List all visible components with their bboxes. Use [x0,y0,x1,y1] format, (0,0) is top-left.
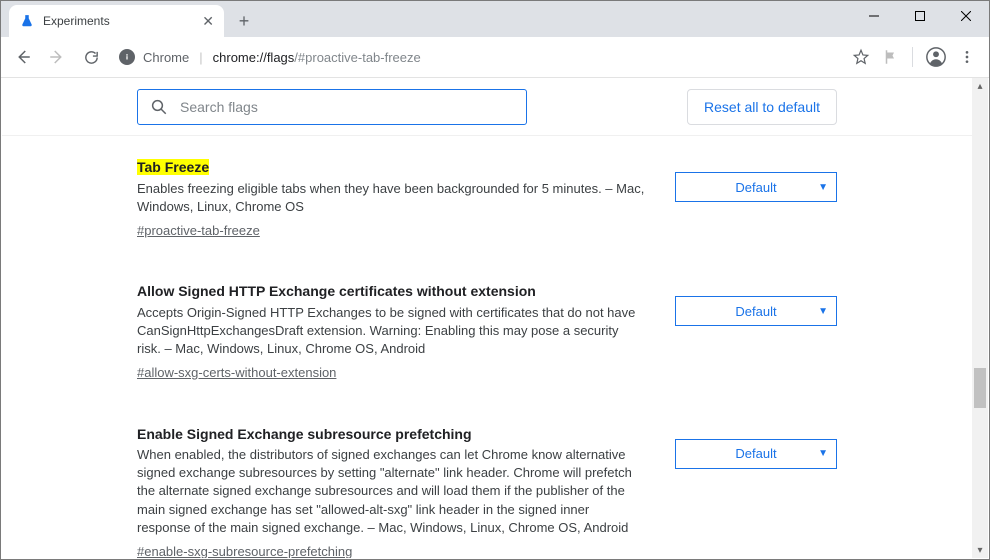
flags-header: Reset all to default [2,78,972,136]
site-info-icon[interactable] [119,49,135,65]
app-window: Experiments ✕ + Chrome | chrome://flags [0,0,990,560]
scroll-down-arrow[interactable]: ▾ [972,542,988,558]
flags-list: Tab Freeze Enables freezing eligible tabs… [2,136,972,558]
chevron-down-icon: ▼ [818,182,828,193]
reset-all-button[interactable]: Reset all to default [687,89,837,125]
close-window-button[interactable] [943,1,989,31]
reload-button[interactable] [77,43,105,71]
flag-title: Tab Freeze [137,159,209,175]
flag-icon[interactable] [882,48,900,66]
omnibox-path-strong: chrome://flags [213,50,295,65]
flag-select-dropdown[interactable]: Default ▼ [675,439,837,469]
flag-description: Accepts Origin-Signed HTTP Exchanges to … [137,304,645,359]
flag-title: Allow Signed HTTP Exchange certificates … [137,283,536,299]
flag-text: Enable Signed Exchange subresource prefe… [137,425,645,559]
search-flags-input[interactable] [178,98,514,116]
window-titlebar: Experiments ✕ + [1,1,989,37]
flag-text: Tab Freeze Enables freezing eligible tabs… [137,158,645,240]
omnibox-path-weak: /#proactive-tab-freeze [294,50,420,65]
omnibox-separator: | [199,50,202,65]
flag-select-value: Default [735,446,776,461]
omnibox-host: Chrome [143,50,189,65]
flag-select-value: Default [735,180,776,195]
chevron-down-icon: ▼ [818,448,828,459]
window-controls [851,1,989,31]
page-content: Reset all to default Tab Freeze Enables f… [2,78,972,558]
chevron-down-icon: ▼ [818,306,828,317]
toolbar-divider [912,47,913,67]
tab-title: Experiments [43,14,194,28]
search-icon [150,98,168,116]
flag-item: Allow Signed HTTP Exchange certificates … [137,282,837,382]
search-flags-box[interactable] [137,89,527,125]
flag-description: Enables freezing eligible tabs when they… [137,180,645,216]
bookmark-star-icon[interactable] [852,48,870,66]
flag-select-value: Default [735,304,776,319]
address-bar[interactable]: Chrome | chrome://flags/#proactive-tab-f… [119,49,421,65]
flag-permalink[interactable]: #proactive-tab-freeze [137,222,260,240]
forward-button[interactable] [43,43,71,71]
back-button[interactable] [9,43,37,71]
profile-avatar-icon[interactable] [925,46,947,68]
close-tab-icon[interactable]: ✕ [202,14,214,28]
flag-permalink[interactable]: #allow-sxg-certs-without-extension [137,364,336,382]
more-menu-icon[interactable] [959,49,975,65]
tab-strip: Experiments ✕ + [1,1,258,37]
flag-select: Default ▼ [675,439,837,469]
maximize-button[interactable] [897,1,943,31]
flag-select-dropdown[interactable]: Default ▼ [675,172,837,202]
scroll-up-arrow[interactable]: ▴ [972,78,988,94]
browser-toolbar: Chrome | chrome://flags/#proactive-tab-f… [1,37,989,78]
flag-permalink[interactable]: #enable-sxg-subresource-prefetching [137,543,352,558]
browser-tab-active[interactable]: Experiments ✕ [9,5,224,37]
flag-select: Default ▼ [675,296,837,326]
toolbar-right [852,46,981,68]
scrollbar-thumb[interactable] [974,368,986,408]
new-tab-button[interactable]: + [230,7,258,35]
flag-text: Allow Signed HTTP Exchange certificates … [137,282,645,382]
flag-title: Enable Signed Exchange subresource prefe… [137,426,472,442]
minimize-button[interactable] [851,1,897,31]
page-viewport: Reset all to default Tab Freeze Enables f… [2,78,988,558]
flag-select: Default ▼ [675,172,837,202]
flag-item: Tab Freeze Enables freezing eligible tabs… [137,158,837,240]
flag-item: Enable Signed Exchange subresource prefe… [137,425,837,559]
vertical-scrollbar[interactable]: ▴ ▾ [972,78,988,558]
flag-description: When enabled, the distributors of signed… [137,446,645,537]
flag-select-dropdown[interactable]: Default ▼ [675,296,837,326]
flask-icon [19,13,35,29]
